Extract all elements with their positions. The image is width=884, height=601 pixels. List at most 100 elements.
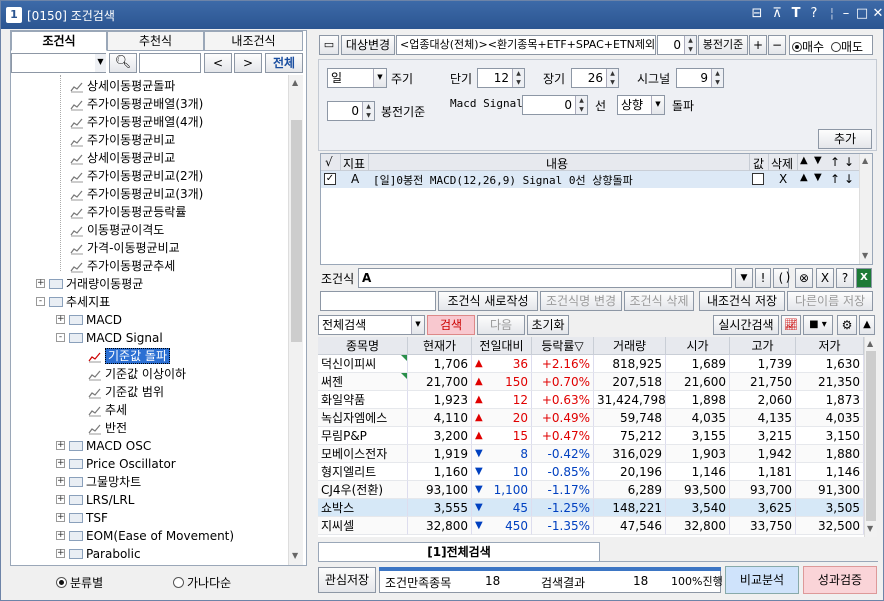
spinner-icon[interactable]: ▲ ▼ <box>362 102 374 120</box>
reset-button[interactable]: 초기화 <box>527 315 569 335</box>
plus-button[interactable]: + <box>749 35 767 55</box>
change-target-button[interactable]: 대상변경 <box>341 35 395 55</box>
clear-button[interactable]: X <box>816 268 834 288</box>
tree-item[interactable]: 추세 <box>88 401 127 419</box>
next-button[interactable]: > <box>234 53 262 73</box>
tree-item[interactable]: 반전 <box>88 419 127 437</box>
column-header[interactable]: 전일대비 <box>472 337 532 355</box>
column-header[interactable]: 종목명 <box>318 337 408 355</box>
move-bottom-icon[interactable]: ↓ <box>844 172 854 186</box>
scroll-down-icon[interactable]: ▼ <box>867 524 873 533</box>
scroll-up-icon[interactable]: ▲ <box>292 78 298 87</box>
tree-item[interactable]: 상세이동평균비교 <box>70 149 175 167</box>
column-header[interactable]: 거래량 <box>594 337 666 355</box>
next-result-button[interactable]: 다음 <box>477 315 525 335</box>
help-button[interactable]: ? <box>836 268 854 288</box>
expand-icon[interactable]: + <box>56 549 65 558</box>
column-header[interactable]: 등락률▽ <box>532 337 594 355</box>
tree-scrollbar[interactable]: ▲ ▼ <box>288 75 303 565</box>
not-button[interactable]: ! <box>755 268 771 288</box>
spinner-icon[interactable]: ▲ ▼ <box>512 69 524 87</box>
expand-icon[interactable]: + <box>56 513 65 522</box>
expand-icon[interactable]: + <box>56 495 65 504</box>
tab-recommended[interactable]: 추천식 <box>107 31 204 51</box>
chevron-down-icon[interactable]: ▼ <box>95 54 106 72</box>
tree-item[interactable]: 기준값 이상이하 <box>88 365 186 383</box>
search-input[interactable] <box>11 53 106 73</box>
expand-icon[interactable]: + <box>56 477 65 486</box>
column-header[interactable]: 시가 <box>666 337 730 355</box>
search-button[interactable]: 🔍︎ <box>109 53 137 73</box>
tree-item[interactable]: 주가이동평균배열(4개) <box>70 113 203 131</box>
condition-checkbox[interactable]: ✓ <box>324 173 336 185</box>
chart-icon[interactable]: 📈︎ <box>781 315 801 335</box>
xor-button[interactable]: ⊗ <box>795 268 813 288</box>
tree-item[interactable]: 주가이동평균추세 <box>70 257 175 275</box>
all-button[interactable]: 전체 <box>265 53 303 73</box>
font-icon[interactable]: T <box>788 6 804 21</box>
save-interest-button[interactable]: 관심저장 <box>318 567 376 593</box>
scroll-thumb[interactable] <box>866 351 876 521</box>
realtime-search-button[interactable]: 실시간검색 <box>713 315 779 335</box>
condition-name-input[interactable] <box>320 291 436 311</box>
expand-icon[interactable]: + <box>56 315 65 324</box>
radio-by-category[interactable]: 분류별 <box>56 574 103 591</box>
tree-folder[interactable]: + 거래량이동평균 <box>36 275 143 293</box>
column-header[interactable]: 고가 <box>730 337 796 355</box>
buy-radio[interactable]: 매수 <box>792 38 824 55</box>
delete-condition-button[interactable]: 조건식 삭제 <box>624 291 694 311</box>
spinner-icon[interactable]: ▲ ▼ <box>606 69 618 87</box>
save-my-condition-button[interactable]: 내조건식 저장 <box>699 291 785 311</box>
collapse-icon[interactable]: - <box>36 297 45 306</box>
bong-base-button[interactable]: 봉전기준 <box>698 35 748 55</box>
tree-item[interactable]: 이동평균이격도 <box>70 221 164 239</box>
search-run-button[interactable]: 검색 <box>427 315 475 335</box>
sell-radio[interactable]: 매도 <box>831 38 863 55</box>
close-paren-button[interactable]: ) <box>782 268 794 288</box>
tree-item[interactable]: 기준값 범위 <box>88 383 164 401</box>
excel-icon[interactable]: X <box>856 268 872 288</box>
minimize-icon[interactable]: – <box>838 6 854 21</box>
expand-icon[interactable]: + <box>56 531 65 540</box>
minus-button[interactable]: − <box>768 35 786 55</box>
tree-item[interactable]: 주가이동평균비교 <box>70 131 175 149</box>
pin-icon[interactable]: ⊼ <box>769 6 785 21</box>
expand-icon[interactable]: + <box>56 459 65 468</box>
tree-item[interactable]: 주가이동평균등락률 <box>70 203 186 221</box>
tree-folder[interactable]: + Parabolic <box>56 545 141 563</box>
prev-button[interactable]: < <box>204 53 232 73</box>
verify-button[interactable]: 성과검증 <box>803 566 877 594</box>
tree-folder[interactable]: + EOM(Ease of Movement) <box>56 527 234 545</box>
expr-dropdown-icon[interactable]: ▼ <box>735 268 753 288</box>
rename-condition-button[interactable]: 조건식명 변경 <box>540 291 622 311</box>
tree-folder[interactable]: + MACD <box>56 311 122 329</box>
collapse-icon[interactable]: - <box>56 333 65 342</box>
tree-item[interactable]: 가격-이동평균비교 <box>70 239 180 257</box>
move-down-icon[interactable]: ▼ <box>814 172 822 183</box>
tree-folder[interactable]: + TSF <box>56 509 108 527</box>
layout-icon[interactable]: ⊟ <box>749 6 765 21</box>
add-button[interactable]: 추가 <box>818 129 872 149</box>
scroll-down-icon[interactable]: ▼ <box>292 551 298 560</box>
expand-icon[interactable]: + <box>36 279 45 288</box>
chevron-down-icon[interactable]: ▼ <box>651 96 664 114</box>
search-keyword-field[interactable] <box>139 53 201 73</box>
spinner-icon[interactable]: ▲ ▼ <box>575 96 587 114</box>
condition-expr-input[interactable]: A <box>358 268 732 288</box>
spinner-icon[interactable]: ▲ ▼ <box>684 36 696 54</box>
tree-item[interactable]: 기준값 돌파 <box>88 347 171 365</box>
column-header[interactable]: 현재가 <box>408 337 472 355</box>
tab-condition[interactable]: 조건식 <box>11 31 107 51</box>
results-scrollbar[interactable]: ▲ ▼ <box>864 337 877 537</box>
tree-folder[interactable]: + Price Oscillator <box>56 455 176 473</box>
move-top-icon[interactable]: ↑ <box>830 172 840 186</box>
tree-item[interactable]: 상세이동평균돌파 <box>70 77 175 95</box>
collapse-icon[interactable]: ▲ <box>859 315 875 335</box>
tree-folder[interactable]: + 그물망차트 <box>56 473 141 491</box>
tree-folder[interactable]: + MACD OSC <box>56 437 151 455</box>
scope-select[interactable]: 전체검색 <box>318 315 425 335</box>
delete-condition[interactable]: X <box>779 172 787 186</box>
menu-dropdown-icon[interactable]: ■ ▾ <box>803 315 833 335</box>
chevron-down-icon[interactable]: ▼ <box>411 316 424 334</box>
tree-folder[interactable]: - 추세지표 <box>36 293 110 311</box>
